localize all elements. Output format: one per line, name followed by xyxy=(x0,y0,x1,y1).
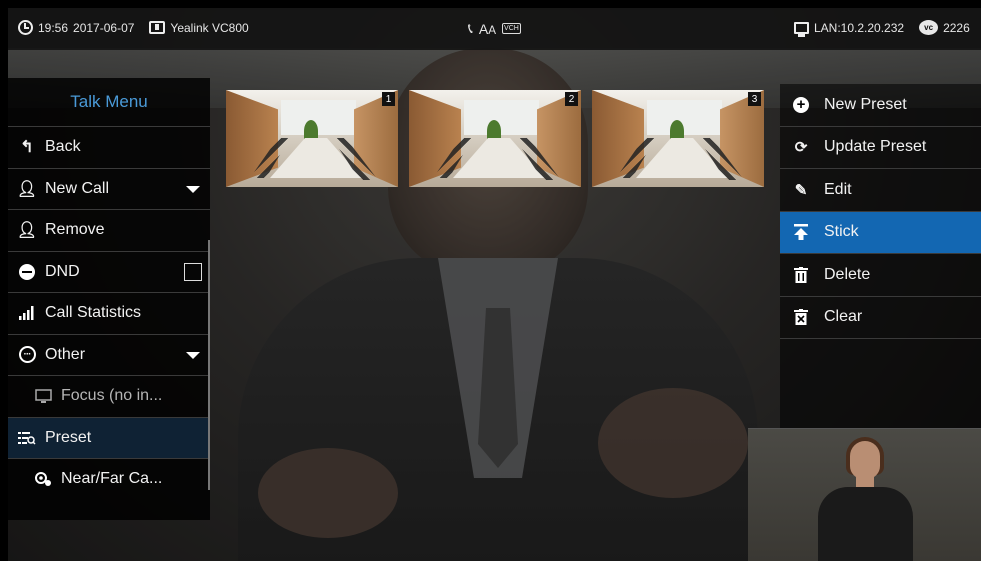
talk-menu-scrollbar[interactable] xyxy=(208,240,210,490)
lan-address: LAN:10.2.20.232 xyxy=(814,20,905,35)
status-time: 19:56 xyxy=(38,20,69,35)
menu-item-label: Other xyxy=(45,345,86,363)
vc-id: 2226 xyxy=(943,20,970,35)
menu-item-back[interactable]: ↰ Back xyxy=(8,126,210,168)
menu-item-remove[interactable]: 👤︎ Remove xyxy=(8,209,210,251)
preset-number: 3 xyxy=(748,92,761,106)
preset-delete-button[interactable]: Delete xyxy=(780,254,981,297)
status-left: 19:56 2017-06-07 Yealink VC800 xyxy=(18,20,249,35)
pencil-icon: ✎ xyxy=(794,181,808,199)
self-view-pip[interactable] xyxy=(748,428,981,561)
menu-item-near-far-camera[interactable]: Near/Far Ca... xyxy=(8,458,210,500)
preset-thumbnail[interactable]: 2 xyxy=(409,90,581,187)
menu-item-label: Back xyxy=(45,138,81,156)
local-participant-body xyxy=(818,487,913,561)
more-circle-icon: ··· xyxy=(18,346,36,364)
preset-item-label: Clear xyxy=(824,308,863,326)
preset-item-label: New Preset xyxy=(824,95,907,113)
menu-item-label: New Call xyxy=(45,179,110,197)
signal-bars-icon xyxy=(16,306,38,321)
back-arrow-icon: ↰ xyxy=(20,139,34,157)
talk-menu: Talk Menu ↰ Back 👤︎ New Call 👤︎ Remove D… xyxy=(8,78,210,520)
status-right: LAN:10.2.20.232 vc 2226 xyxy=(794,20,970,37)
device-name: Yealink VC800 xyxy=(170,20,249,35)
status-center: 📞︎ AA VCH xyxy=(468,20,521,37)
vch-icon: VCH xyxy=(502,23,521,34)
menu-item-label: Near/Far Ca... xyxy=(61,470,163,488)
local-participant-head xyxy=(850,441,880,479)
trash-icon xyxy=(790,266,812,283)
status-bar: 19:56 2017-06-07 Yealink VC800 📞︎ AA VCH… xyxy=(8,8,981,50)
clock-icon xyxy=(18,20,33,35)
dnd-icon xyxy=(19,263,35,280)
talk-menu-title: Talk Menu xyxy=(70,92,148,111)
stick-top-icon xyxy=(790,224,812,241)
menu-item-label: Focus (no in... xyxy=(61,387,163,405)
monitor-icon xyxy=(32,389,54,404)
chevron-down-icon[interactable] xyxy=(186,351,200,359)
preset-list-icon xyxy=(16,431,38,445)
preset-number: 1 xyxy=(382,92,395,106)
device-icon xyxy=(149,21,166,34)
menu-item-other[interactable]: ··· Other xyxy=(8,333,210,376)
preset-clear-button[interactable]: Clear xyxy=(780,297,981,339)
preset-stick-button[interactable]: Stick xyxy=(780,211,981,254)
chevron-down-icon[interactable] xyxy=(186,185,200,193)
vc-badge-icon: vc xyxy=(919,20,939,35)
preset-new-button[interactable]: + New Preset xyxy=(780,84,981,127)
camera-control-icon xyxy=(32,471,54,487)
add-contact-icon: 👤︎ xyxy=(16,180,38,198)
menu-item-label: DND xyxy=(45,262,80,280)
preset-item-label: Update Preset xyxy=(824,138,927,156)
clear-icon xyxy=(790,309,812,326)
menu-item-new-call[interactable]: 👤︎ New Call xyxy=(8,167,210,210)
preset-item-label: Delete xyxy=(824,265,871,283)
status-date: 2017-06-07 xyxy=(73,20,135,35)
refresh-icon: ⟳ xyxy=(794,139,808,157)
lan-icon xyxy=(794,21,809,37)
menu-item-call-statistics[interactable]: Call Statistics xyxy=(8,292,210,334)
preset-item-label: Stick xyxy=(824,223,859,241)
preset-update-button[interactable]: ⟳ Update Preset xyxy=(780,127,981,169)
preset-edit-button[interactable]: ✎ Edit xyxy=(780,169,981,212)
plus-circle-icon: + xyxy=(793,96,809,113)
menu-item-label: Call Statistics xyxy=(45,304,142,322)
preset-item-label: Edit xyxy=(824,180,852,198)
preset-number: 2 xyxy=(565,92,578,106)
menu-item-dnd[interactable]: DND xyxy=(8,250,210,293)
preset-thumbnail[interactable]: 3 xyxy=(592,90,764,187)
remove-contact-icon: 👤︎ xyxy=(16,222,38,240)
dnd-checkbox[interactable] xyxy=(184,262,202,281)
preset-thumbnail[interactable]: 1 xyxy=(226,90,398,187)
menu-item-label: Preset xyxy=(45,428,92,446)
font-size-icon: AA xyxy=(478,20,497,37)
menu-item-label: Remove xyxy=(45,221,105,239)
phone-icon: 📞︎ xyxy=(468,20,473,36)
menu-item-focus[interactable]: Focus (no in... xyxy=(8,375,210,417)
menu-item-preset[interactable]: Preset xyxy=(8,416,210,458)
